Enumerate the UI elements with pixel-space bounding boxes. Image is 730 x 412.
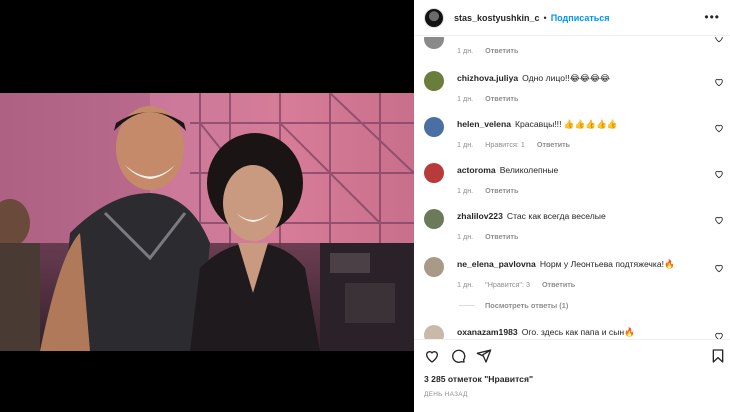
post-actions-bar (414, 339, 730, 373)
comment-body: Ого. здесь как папа и сын🔥 (521, 327, 635, 337)
comment-text: helen_velena Красавцы!!! 👍👍👍👍👍 (457, 119, 617, 130)
share-icon[interactable] (476, 348, 492, 364)
author-avatar[interactable] (424, 7, 444, 28)
bookmark-icon[interactable] (710, 348, 726, 364)
comment-meta: 1 дн. Ответить (457, 46, 528, 55)
likes-count[interactable]: 3 285 отметок "Нравится" (424, 374, 533, 384)
comment-meta: 1 дн. Ответить (457, 232, 528, 241)
media-pane (0, 0, 414, 412)
comment-item: actoroma Великолепные 1 дн. Ответить (414, 163, 730, 203)
like-comment-icon[interactable] (714, 37, 724, 43)
comment-body: Великолепные (499, 165, 559, 175)
commenter-avatar[interactable] (424, 37, 444, 49)
comment-text: chizhova.juliya Одно лицо!!😂😂😂😂 (457, 73, 610, 84)
comment-likes[interactable]: "Нравится": 3 (485, 280, 530, 289)
reply-button[interactable]: Ответить (537, 140, 570, 149)
commenter-username[interactable]: actoroma (457, 165, 496, 175)
like-comment-icon[interactable] (714, 331, 724, 339)
comment-item: ne_elena_pavlovna Норм у Леонтьева подтяж… (414, 257, 730, 317)
header-separator: • (543, 12, 547, 23)
follow-button[interactable]: Подписаться (551, 13, 610, 23)
comment-meta: 1 дн. Ответить (457, 186, 528, 195)
comments-list[interactable]: 1 дн. Ответить chizhova.juliya Одно лицо!… (414, 37, 730, 339)
comment-text: oxanazam1983 Ого. здесь как папа и сын🔥 (457, 327, 635, 338)
post-photo[interactable] (0, 93, 414, 351)
comment-item: 1 дн. Ответить (414, 37, 730, 61)
replies-divider (459, 305, 475, 306)
reply-button[interactable]: Ответить (485, 186, 518, 195)
comment-body: Стас как всегда веселые (506, 211, 606, 221)
comment-body: Красавцы!!! 👍👍👍👍👍 (514, 119, 618, 129)
commenter-username[interactable]: helen_velena (457, 119, 511, 129)
reply-button[interactable]: Ответить (485, 94, 518, 103)
like-comment-icon[interactable] (714, 263, 724, 273)
comment-item: helen_velena Красавцы!!! 👍👍👍👍👍 1 дн. Нрав… (414, 117, 730, 157)
commenter-username[interactable]: oxanazam1983 (457, 327, 518, 337)
comment-body: Норм у Леонтьева подтяжечка!🔥 (539, 259, 675, 269)
comment-time: 1 дн. (457, 232, 474, 241)
like-comment-icon[interactable] (714, 123, 724, 133)
commenter-avatar[interactable] (424, 163, 444, 183)
post-sidebar: stas_kostyushkin_c • Подписаться ••• 1 д… (414, 0, 730, 412)
commenter-avatar[interactable] (424, 325, 444, 339)
instagram-post-view: stas_kostyushkin_c • Подписаться ••• 1 д… (0, 0, 730, 412)
comment-item: chizhova.juliya Одно лицо!!😂😂😂😂 1 дн. Отв… (414, 71, 730, 111)
commenter-username[interactable]: chizhova.juliya (457, 73, 518, 83)
comment-time: 1 дн. (457, 94, 474, 103)
commenter-avatar[interactable] (424, 257, 444, 277)
comment-item: zhalilov223 Стас как всегда веселые 1 дн.… (414, 209, 730, 249)
comment-icon[interactable] (450, 348, 466, 364)
commenter-username[interactable]: ne_elena_pavlovna (457, 259, 536, 269)
view-replies-button[interactable]: Посмотреть ответы (1) (459, 301, 568, 310)
post-header: stas_kostyushkin_c • Подписаться ••• (414, 0, 730, 36)
comment-time: 1 дн. (457, 186, 474, 195)
reply-button[interactable]: Ответить (542, 280, 575, 289)
comment-text: actoroma Великолепные (457, 165, 558, 175)
comment-time: 1 дн. (457, 46, 474, 55)
comment-text: ne_elena_pavlovna Норм у Леонтьева подтяж… (457, 259, 675, 270)
post-date: ДЕНЬ НАЗАД (424, 391, 468, 398)
comment-meta: 1 дн. Нравится: 1 Ответить (457, 140, 580, 149)
commenter-avatar[interactable] (424, 71, 444, 91)
commenter-avatar[interactable] (424, 209, 444, 229)
like-comment-icon[interactable] (714, 77, 724, 87)
comment-meta: 1 дн. "Нравится": 3 Ответить (457, 280, 585, 289)
view-replies-label: Посмотреть ответы (1) (485, 301, 569, 310)
commenter-avatar[interactable] (424, 117, 444, 137)
heart-icon[interactable] (424, 348, 440, 364)
like-comment-icon[interactable] (714, 169, 724, 179)
comment-item: oxanazam1983 Ого. здесь как папа и сын🔥 (414, 325, 730, 339)
like-comment-icon[interactable] (714, 215, 724, 225)
post-photo-image (0, 93, 414, 351)
comment-text: zhalilov223 Стас как всегда веселые (457, 211, 606, 221)
comment-meta: 1 дн. Ответить (457, 94, 528, 103)
comment-time: 1 дн. (457, 140, 474, 149)
author-username[interactable]: stas_kostyushkin_c (454, 13, 540, 23)
comment-likes[interactable]: Нравится: 1 (485, 140, 525, 149)
reply-button[interactable]: Ответить (485, 232, 518, 241)
comment-time: 1 дн. (457, 280, 474, 289)
comment-body: Одно лицо!!😂😂😂😂 (522, 73, 610, 83)
commenter-username[interactable]: zhalilov223 (457, 211, 503, 221)
reply-button[interactable]: Ответить (485, 46, 518, 55)
more-icon[interactable]: ••• (704, 11, 720, 23)
